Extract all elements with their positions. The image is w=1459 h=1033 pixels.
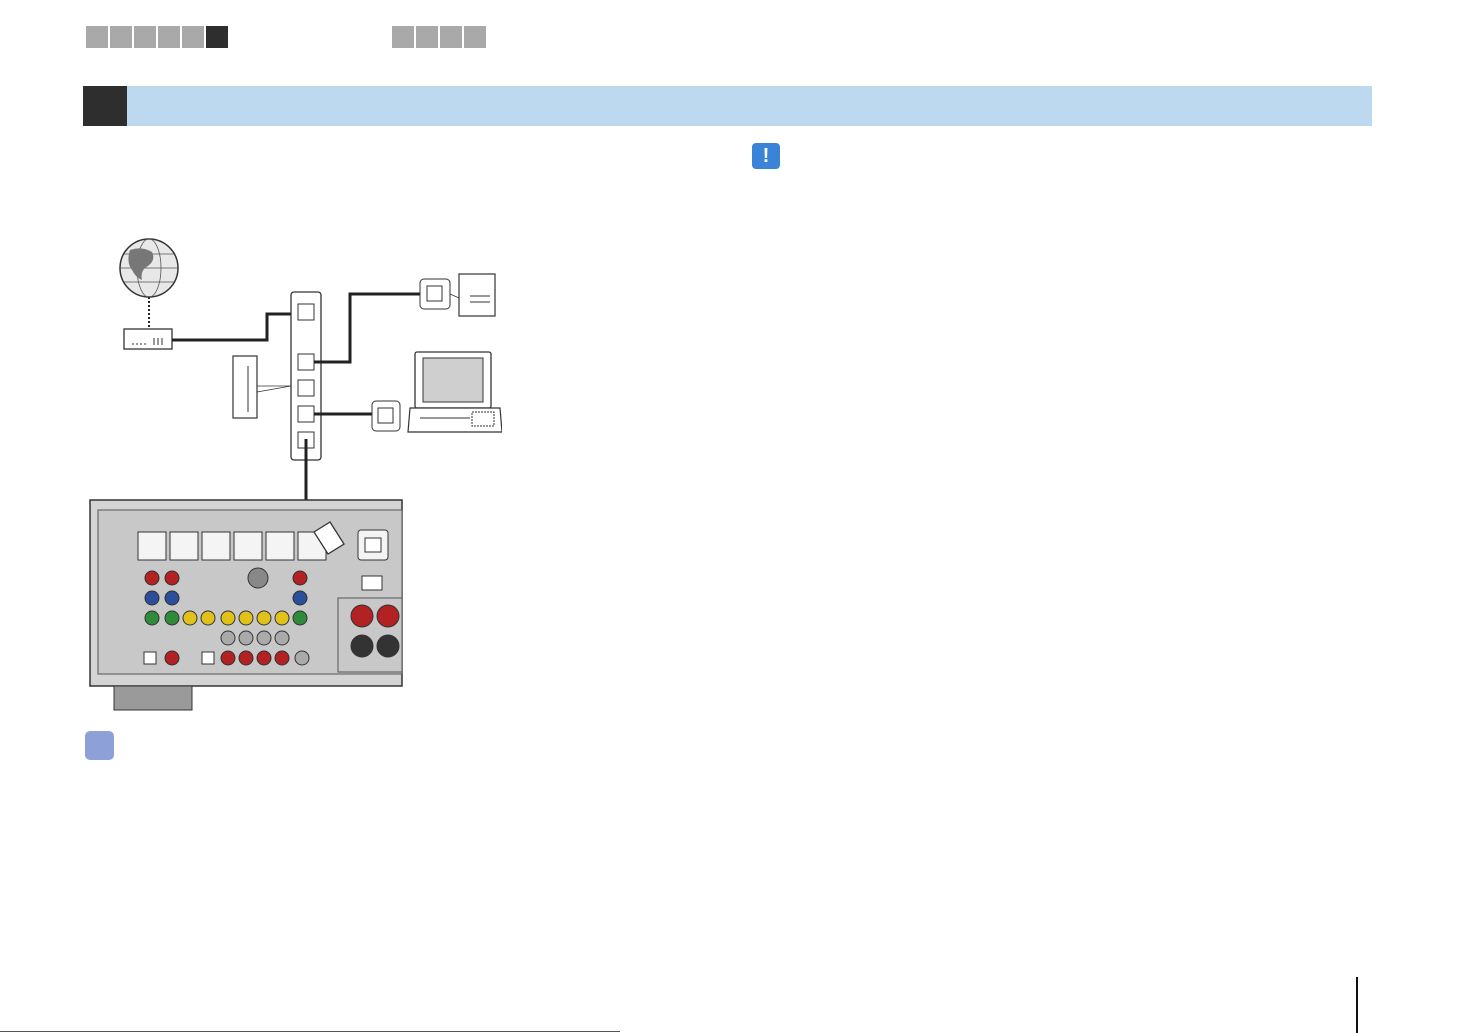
modem-icon: [123, 328, 173, 350]
section-header-bar: [83, 86, 1372, 126]
ref-tab-1[interactable]: [392, 26, 414, 48]
network-router-icon: [290, 291, 322, 461]
network-storage-icon: [449, 273, 496, 317]
tower-icon: [232, 355, 292, 419]
step-tab-4[interactable]: [158, 26, 180, 48]
ref-tab-2[interactable]: [416, 26, 438, 48]
ref-tab-4[interactable]: [464, 26, 486, 48]
step-tab-6-active[interactable]: [206, 26, 228, 48]
step-tab-3[interactable]: [134, 26, 156, 48]
network-connection-diagram: [89, 238, 502, 711]
footer-line: [0, 1031, 620, 1032]
step-tabs: [86, 26, 228, 48]
lightbulb-hint-icon: [85, 731, 114, 760]
page-number-rule: [1356, 977, 1358, 1033]
globe-icon: [119, 238, 179, 328]
step-tab-2[interactable]: [110, 26, 132, 48]
av-receiver-rear-panel-icon: [89, 499, 403, 711]
step-tab-1[interactable]: [86, 26, 108, 48]
laptop-icon: [407, 351, 502, 433]
ref-tab-3[interactable]: [440, 26, 462, 48]
step-tab-5[interactable]: [182, 26, 204, 48]
section-number: [83, 86, 127, 126]
caution-icon: [752, 143, 780, 169]
reference-tabs: [392, 26, 486, 48]
